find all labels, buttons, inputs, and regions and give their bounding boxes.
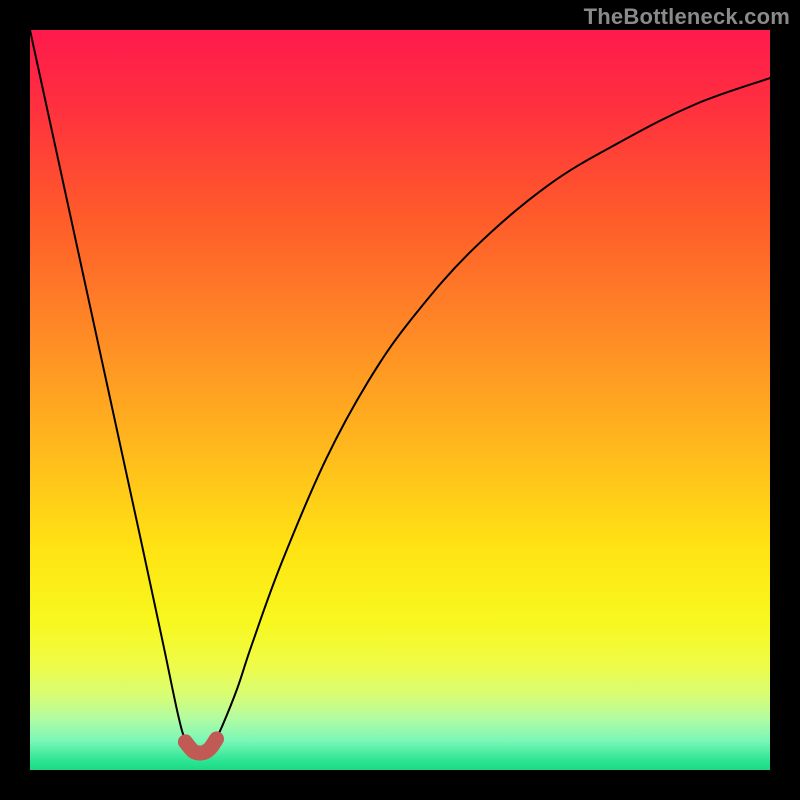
bottleneck-curve-path [30,30,770,754]
watermark-text: TheBottleneck.com [584,4,790,30]
chart-frame: TheBottleneck.com [0,0,800,800]
optimal-region-marker [185,739,216,753]
plot-area [30,30,770,770]
chart-svg [30,30,770,770]
